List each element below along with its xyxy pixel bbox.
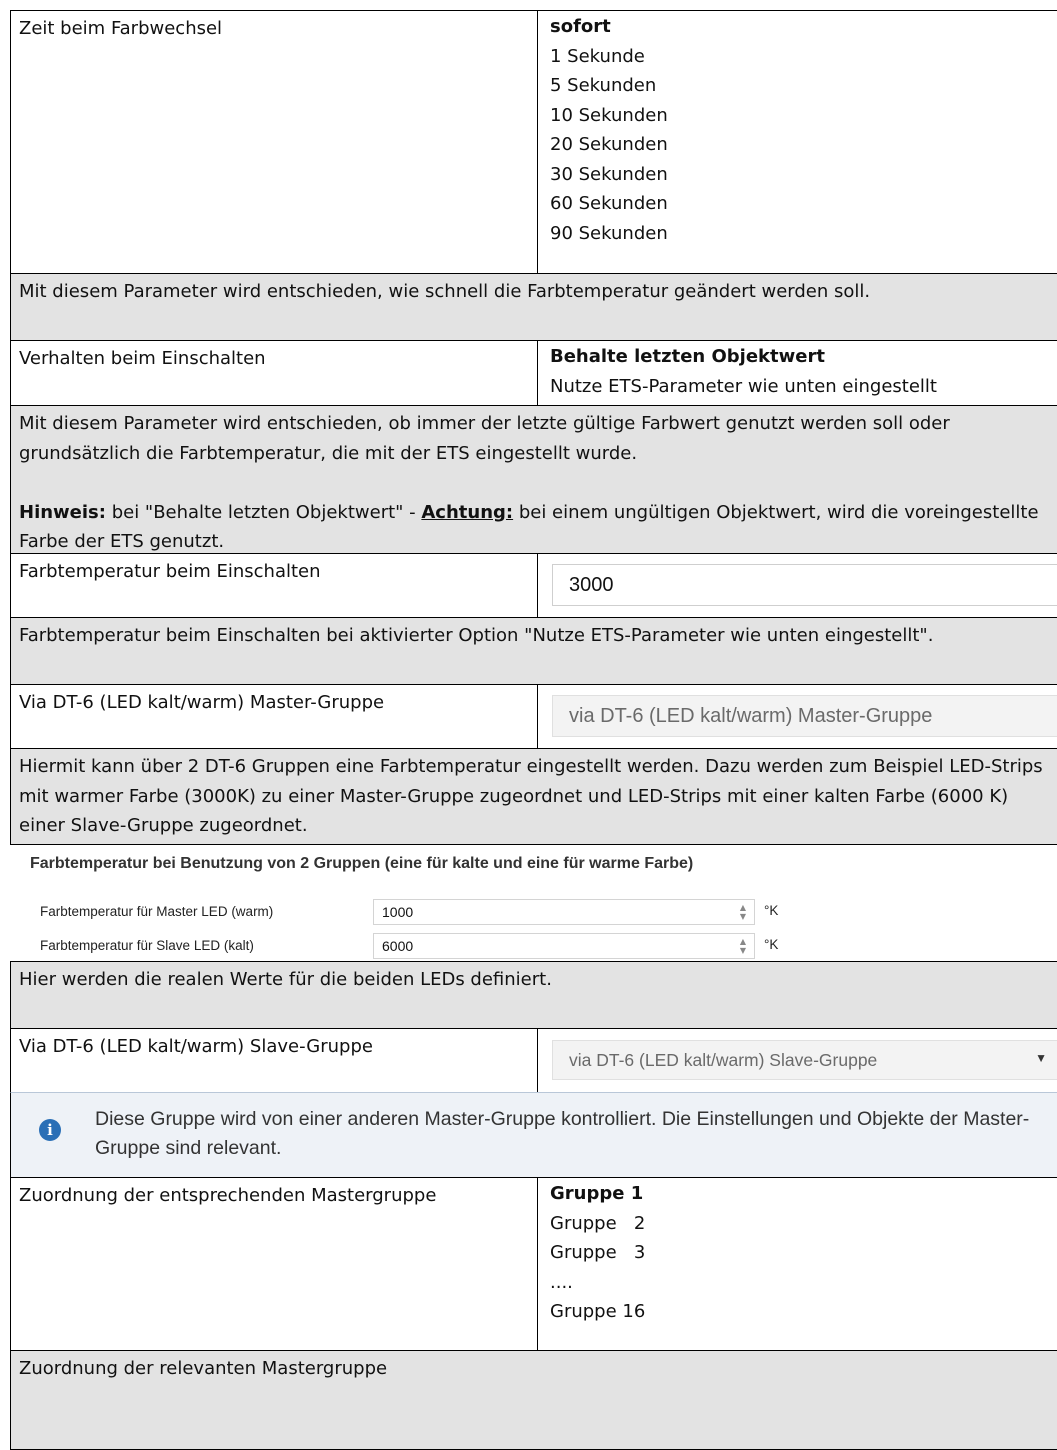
description-text: Hiermit kann über 2 DT-6 Gruppen eine Fa… <box>19 756 1043 836</box>
param-description: Hiermit kann über 2 DT-6 Gruppen eine Fa… <box>10 748 1057 845</box>
option: Nutze ETS-Parameter wie unten eingestell… <box>550 375 937 397</box>
param-options-cell: Gruppe 1 Gruppe 2 Gruppe 3 .... Gruppe 1… <box>537 1177 1057 1351</box>
description-text: Mit diesem Parameter wird entschieden, w… <box>19 281 871 302</box>
option: 20 Sekunden <box>550 134 668 155</box>
option: 30 Sekunden <box>550 163 668 185</box>
input-value: 3000 <box>569 573 614 596</box>
description-text: Mit diesem Parameter wird entschieden, o… <box>19 413 950 464</box>
spinner-value: 1000 <box>382 904 414 920</box>
option: Gruppe 3 <box>550 1242 646 1263</box>
unit-label: °K <box>764 937 779 952</box>
attention-label: Achtung: <box>421 501 514 523</box>
param-label: Verhalten beim Einschalten <box>19 348 266 369</box>
info-box: i Diese Gruppe wird von einer anderen Ma… <box>10 1092 1057 1178</box>
field-value: via DT-6 (LED kalt/warm) Master-Gruppe <box>569 704 933 727</box>
master-led-label: Farbtemperatur für Master LED (warm) <box>40 904 274 919</box>
dropdown-arrow-icon[interactable]: ▼ <box>1035 1051 1047 1065</box>
option-default: Behalte letzten Objektwert <box>550 346 825 367</box>
hint-text: Hinweis: bei "Behalte letzten Objektwert… <box>19 498 1057 557</box>
option: Gruppe 16 <box>550 1301 646 1322</box>
param-description: Zuordnung der relevanten Mastergruppe <box>10 1350 1057 1450</box>
option: Gruppe 2 <box>550 1212 646 1234</box>
option: 90 Sekunden <box>550 222 668 244</box>
description-text: Farbtemperatur beim Einschalten bei akti… <box>19 625 934 646</box>
param-options-cell: Behalte letzten Objektwert Nutze ETS-Par… <box>537 340 1057 406</box>
spinner-arrows-icon[interactable]: ▲ ▼ <box>740 903 746 921</box>
option: .... <box>550 1271 573 1293</box>
param-description: Hier werden die realen Werte für die bei… <box>10 961 1057 1029</box>
param-label-cell: Zeit beim Farbwechsel <box>10 10 538 274</box>
param-label-cell: Farbtemperatur beim Einschalten <box>10 553 538 618</box>
slave-group-dropdown[interactable]: via DT-6 (LED kalt/warm) Slave-Gruppe ▼ <box>552 1040 1057 1080</box>
hint-label: Hinweis: <box>19 501 106 523</box>
param-description: Mit diesem Parameter wird entschieden, w… <box>10 273 1057 341</box>
info-icon: i <box>39 1119 61 1141</box>
param-label: Zeit beim Farbwechsel <box>19 18 223 39</box>
description-text: Hier werden die realen Werte für die bei… <box>19 969 552 990</box>
slave-led-spinner[interactable]: 6000 ▲ ▼ <box>373 933 755 959</box>
param-description: Farbtemperatur beim Einschalten bei akti… <box>10 617 1057 685</box>
param-label: Zuordnung der entsprechenden Mastergrupp… <box>19 1185 437 1206</box>
option-default: sofort <box>550 16 611 37</box>
slave-led-label: Farbtemperatur für Slave LED (kalt) <box>40 938 254 953</box>
option: 60 Sekunden <box>550 193 668 214</box>
unit-label: °K <box>764 903 779 918</box>
param-options-cell: sofort 1 Sekunde 5 Sekunden 10 Sekunden … <box>537 10 1057 274</box>
hint-text-part: bei "Behalte letzten Objektwert" - <box>105 501 422 523</box>
param-label: Via DT-6 (LED kalt/warm) Master-Gruppe <box>19 692 385 713</box>
color-temp-input[interactable]: 3000 <box>552 564 1057 606</box>
spinner-value: 6000 <box>382 938 414 954</box>
param-label-cell: Via DT-6 (LED kalt/warm) Slave-Gruppe <box>10 1028 538 1093</box>
option: 5 Sekunden <box>550 75 657 96</box>
info-text: Diese Gruppe wird von einer anderen Mast… <box>95 1108 1030 1159</box>
field-value: via DT-6 (LED kalt/warm) Slave-Gruppe <box>569 1049 878 1070</box>
param-label-cell: Via DT-6 (LED kalt/warm) Master-Gruppe <box>10 684 538 749</box>
option: 1 Sekunde <box>550 45 645 67</box>
param-label: Farbtemperatur beim Einschalten <box>19 561 321 582</box>
param-label-cell: Zuordnung der entsprechenden Mastergrupp… <box>10 1177 538 1351</box>
param-description: Mit diesem Parameter wird entschieden, o… <box>10 405 1057 554</box>
description-text: Zuordnung der relevanten Mastergruppe <box>19 1358 388 1379</box>
panel-title: Farbtemperatur bei Benutzung von 2 Grupp… <box>30 855 694 872</box>
option-default: Gruppe 1 <box>550 1183 644 1204</box>
spinner-arrows-icon[interactable]: ▲ ▼ <box>740 937 746 955</box>
two-groups-panel: Farbtemperatur bei Benutzung von 2 Grupp… <box>12 845 1057 961</box>
master-led-spinner[interactable]: 1000 ▲ ▼ <box>373 899 755 925</box>
option: 10 Sekunden <box>550 104 668 126</box>
param-label: Via DT-6 (LED kalt/warm) Slave-Gruppe <box>19 1036 373 1057</box>
master-group-field: via DT-6 (LED kalt/warm) Master-Gruppe <box>552 695 1057 737</box>
param-label-cell: Verhalten beim Einschalten <box>10 340 538 406</box>
